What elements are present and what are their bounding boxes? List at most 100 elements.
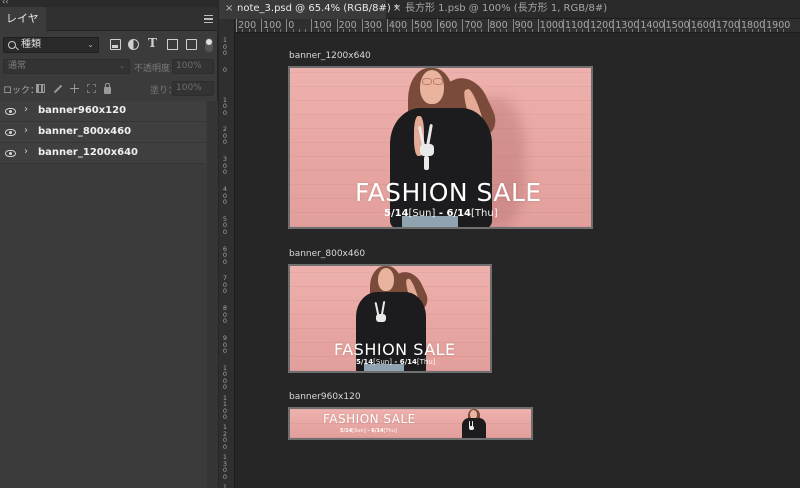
ruler-horizontal[interactable]: 200 100 0 100 200 300 400 500 600 700 800 900 1000 11…	[219, 19, 800, 33]
day-end: [Thu]	[416, 358, 436, 366]
ruler-minor-tick	[600, 29, 602, 32]
tab-label: note_3.psd @ 65.4% (RGB/8#) *	[237, 3, 399, 14]
ruler-minor-tick	[644, 29, 646, 32]
ruler-minor-tick	[355, 29, 357, 32]
ruler-tick-label: 100	[222, 95, 228, 117]
date-start: 5/14	[356, 358, 374, 366]
panel-scrollbar[interactable]	[207, 101, 218, 488]
ruler-minor-tick	[770, 29, 772, 32]
ruler-major-tick	[311, 19, 313, 32]
lock-position-icon[interactable]	[70, 84, 79, 93]
artboard-800x460[interactable]: FASHION SALE 5/14[Sun] - 6/14[Thu]	[288, 264, 492, 373]
ruler-minor-tick	[474, 29, 476, 32]
ruler-minor-tick	[776, 29, 778, 32]
ruler-minor-tick	[745, 29, 747, 32]
ruler-minor-tick	[531, 29, 533, 32]
close-icon[interactable]: ×	[393, 0, 401, 18]
ruler-major-tick	[462, 19, 464, 32]
pixel-layer-icon[interactable]	[110, 39, 121, 50]
ruler-major-tick	[537, 19, 539, 32]
day-end: [Thu]	[383, 428, 397, 434]
eye-icon[interactable]	[5, 129, 16, 136]
ruler-tick-label: 1000	[222, 363, 228, 392]
ruler-minor-tick	[481, 29, 483, 32]
date-separator: -	[391, 358, 400, 366]
ruler-tick-label: 600	[439, 20, 458, 31]
ruler-minor-tick	[556, 29, 558, 32]
date-end: 6/14	[371, 428, 384, 434]
lock-pixels-icon[interactable]	[36, 84, 45, 93]
ruler-minor-tick	[317, 29, 319, 32]
canvas[interactable]: banner_1200x640 FASHION SALE 5/14[Sun] -…	[235, 33, 800, 488]
lock-image-icon[interactable]	[53, 84, 63, 94]
adjustment-layer-icon[interactable]	[128, 39, 139, 50]
ruler-major-tick	[286, 19, 288, 32]
date-end: 6/14	[446, 208, 472, 219]
tab-rectangle-1[interactable]: × 長方形 1.psb @ 100% (長方形 1, RGB/8#)	[387, 0, 607, 19]
filter-kind-value: 種類	[21, 39, 41, 50]
chevron-down-icon: ⌄	[119, 62, 125, 70]
fill-field[interactable]: 100%	[172, 81, 214, 96]
ruler-minor-tick	[273, 29, 275, 32]
layer-row[interactable]: › banner_1200x640	[0, 143, 206, 164]
smart-object-icon[interactable]	[186, 39, 197, 50]
tab-layers[interactable]: レイヤー	[0, 7, 46, 49]
panel-menu-icon[interactable]	[204, 15, 213, 23]
ruler-tick-label: 200	[222, 125, 228, 147]
ruler-tick-label: 100	[263, 20, 282, 31]
layer-row[interactable]: › banner_800x460	[0, 122, 206, 143]
collapse-icon[interactable]: ‹‹	[2, 0, 8, 6]
ruler-tick-label: 300	[222, 155, 228, 177]
eye-icon[interactable]	[5, 108, 16, 115]
chevron-right-icon[interactable]: ›	[24, 125, 28, 136]
artboard-label[interactable]: banner_1200x640	[289, 51, 371, 61]
ruler-vertical[interactable]: 1000100200300400500600700800900100011001…	[219, 33, 235, 488]
ruler-major-tick	[613, 19, 615, 32]
filter-kind-select[interactable]: 種類 ⌄	[3, 37, 99, 53]
ruler-tick-label: 200	[238, 20, 257, 31]
ruler-minor-tick	[606, 29, 608, 32]
layer-row[interactable]: › banner960x120	[0, 101, 206, 122]
ruler-tick-label: 100	[313, 20, 332, 31]
chevron-right-icon[interactable]: ›	[24, 146, 28, 157]
ruler-minor-tick	[305, 29, 307, 32]
ruler-major-tick	[412, 19, 414, 32]
blend-mode-select[interactable]: 通常 ⌄	[3, 59, 130, 74]
shape-layer-icon[interactable]	[167, 39, 178, 50]
ruler-minor-tick	[550, 29, 552, 32]
ruler-minor-tick	[248, 29, 250, 32]
type-layer-icon[interactable]: T	[148, 36, 159, 50]
headline-text: FASHION SALE	[323, 412, 416, 426]
ruler-minor-tick	[324, 29, 326, 32]
ruler-minor-tick	[374, 29, 376, 32]
chevron-right-icon[interactable]: ›	[24, 104, 28, 115]
eye-icon[interactable]	[5, 150, 16, 157]
opacity-field[interactable]: 100%	[172, 59, 214, 74]
artboard-label[interactable]: banner960x120	[289, 392, 361, 402]
lock-label: ロック：	[3, 86, 40, 96]
ruler-minor-tick	[682, 29, 684, 32]
lock-all-icon[interactable]	[104, 83, 111, 94]
tab-note-3[interactable]: × note_3.psd @ 65.4% (RGB/8#) *	[219, 0, 399, 19]
ruler-tick-label: 500	[414, 20, 433, 31]
chevron-down-icon: ⌄	[87, 40, 94, 49]
ruler-corner[interactable]	[219, 19, 235, 33]
artboard-label[interactable]: banner_800x460	[289, 249, 365, 259]
ruler-minor-tick	[518, 29, 520, 32]
headline-text: FASHION SALE	[334, 340, 456, 359]
lock-artboard-icon[interactable]	[87, 84, 96, 93]
ruler-major-tick	[512, 19, 514, 32]
sunglasses	[433, 78, 443, 85]
document-tab-bar: × note_3.psd @ 65.4% (RGB/8#) * × 長方形 1.…	[219, 0, 800, 19]
ruler-minor-tick	[669, 29, 671, 32]
ruler-minor-tick	[368, 29, 370, 32]
filter-toggle[interactable]	[205, 38, 213, 52]
artboard-1200x640[interactable]: FASHION SALE 5/14[Sun] - 6/14[Thu]	[288, 66, 593, 229]
ruler-minor-tick	[292, 29, 294, 32]
ruler-tick-label: 400	[222, 185, 228, 206]
close-icon[interactable]: ×	[225, 0, 233, 18]
panel-collapse-bar[interactable]: ‹‹	[0, 0, 218, 7]
layer-name: banner_1200x640	[38, 147, 139, 158]
ruler-tick-label: 700	[222, 274, 228, 296]
artboard-960x120[interactable]: FASHION SALE 5/14[Sun] - 6/14[Thu]	[288, 407, 533, 440]
